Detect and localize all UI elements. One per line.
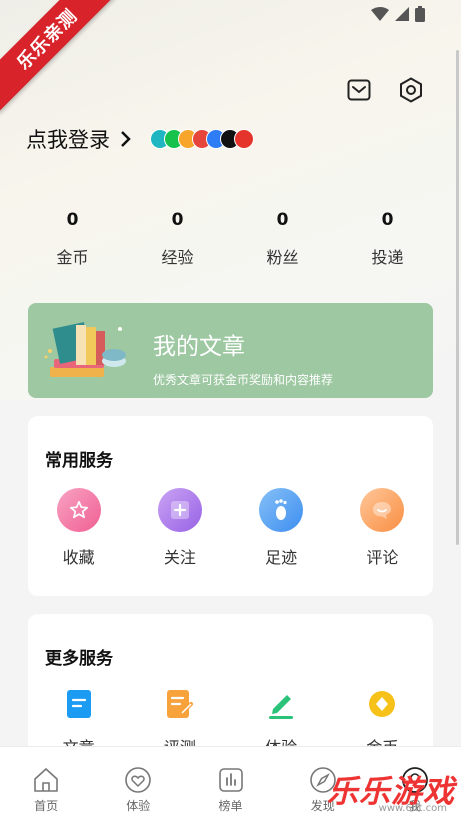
status-bar	[371, 6, 425, 22]
tab-experience[interactable]: 体验	[92, 747, 184, 820]
tab-home[interactable]: 首页	[0, 747, 92, 820]
service-label: 关注	[163, 548, 196, 567]
stat-label: 金币	[56, 248, 89, 267]
tab-ranking[interactable]: 榜单	[184, 747, 276, 820]
stat-value: 0	[66, 210, 79, 230]
tab-label: 体验	[126, 799, 151, 813]
coin-icon	[366, 688, 398, 720]
login-label: 点我登录	[26, 128, 110, 152]
article-card-title: 我的文章	[153, 334, 245, 360]
stat-label: 投递	[371, 248, 404, 267]
service-comments[interactable]: 评论	[332, 488, 433, 568]
stat-value: 0	[276, 210, 289, 230]
social-icon-7	[234, 129, 254, 149]
login-link[interactable]: 点我登录	[26, 124, 254, 154]
star-icon	[56, 488, 101, 532]
stat-experience[interactable]: 0 经验	[125, 210, 230, 268]
settings-icon[interactable]	[397, 76, 425, 104]
footprint-icon	[259, 488, 304, 532]
books-icon	[44, 322, 126, 377]
stat-value: 0	[171, 210, 184, 230]
common-services-title: 常用服务	[45, 451, 113, 471]
service-favorites[interactable]: 收藏	[28, 488, 129, 568]
pen-icon	[265, 688, 297, 720]
my-articles-card[interactable]: 我的文章 优秀文章可获金币奖励和内容推荐	[28, 303, 433, 398]
stat-label: 粉丝	[266, 248, 299, 267]
stat-coins[interactable]: 0 金币	[20, 210, 125, 268]
stat-submissions[interactable]: 0 投递	[335, 210, 440, 268]
more-services-title: 更多服务	[45, 649, 113, 669]
signal-icon	[395, 7, 409, 21]
service-footprints[interactable]: 足迹	[231, 488, 332, 568]
tab-label: 榜单	[218, 799, 243, 813]
article-card-subtitle: 优秀文章可获金币奖励和内容推荐	[153, 373, 334, 387]
chevron-right-icon	[121, 131, 131, 147]
stats-row: 0 金币 0 经验 0 粉丝 0 投递	[20, 210, 440, 268]
message-icon[interactable]	[345, 76, 373, 104]
service-label: 收藏	[62, 548, 95, 567]
wifi-icon	[371, 7, 389, 21]
watermark-url: www.6ltt.com	[378, 803, 447, 814]
review-icon	[164, 688, 196, 720]
article-icon	[63, 688, 95, 720]
service-label: 足迹	[265, 548, 298, 567]
heart-icon	[125, 767, 152, 793]
scrollbar[interactable]	[456, 50, 459, 545]
social-login-icons[interactable]	[150, 129, 254, 149]
ranking-icon	[218, 768, 243, 792]
stat-value: 0	[381, 210, 394, 230]
common-services-card: 常用服务 收藏 关注 足迹 评论	[28, 416, 433, 596]
stat-fans[interactable]: 0 粉丝	[230, 210, 335, 268]
stat-label: 经验	[161, 248, 194, 267]
comment-icon	[360, 488, 405, 532]
plus-icon	[157, 488, 202, 532]
service-follow[interactable]: 关注	[129, 488, 230, 568]
battery-icon	[415, 6, 425, 22]
home-icon	[34, 768, 58, 792]
more-services-card: 更多服务 文章 评测 体验 金币	[28, 614, 433, 764]
tab-label: 首页	[34, 799, 59, 813]
service-label: 评论	[366, 548, 399, 567]
